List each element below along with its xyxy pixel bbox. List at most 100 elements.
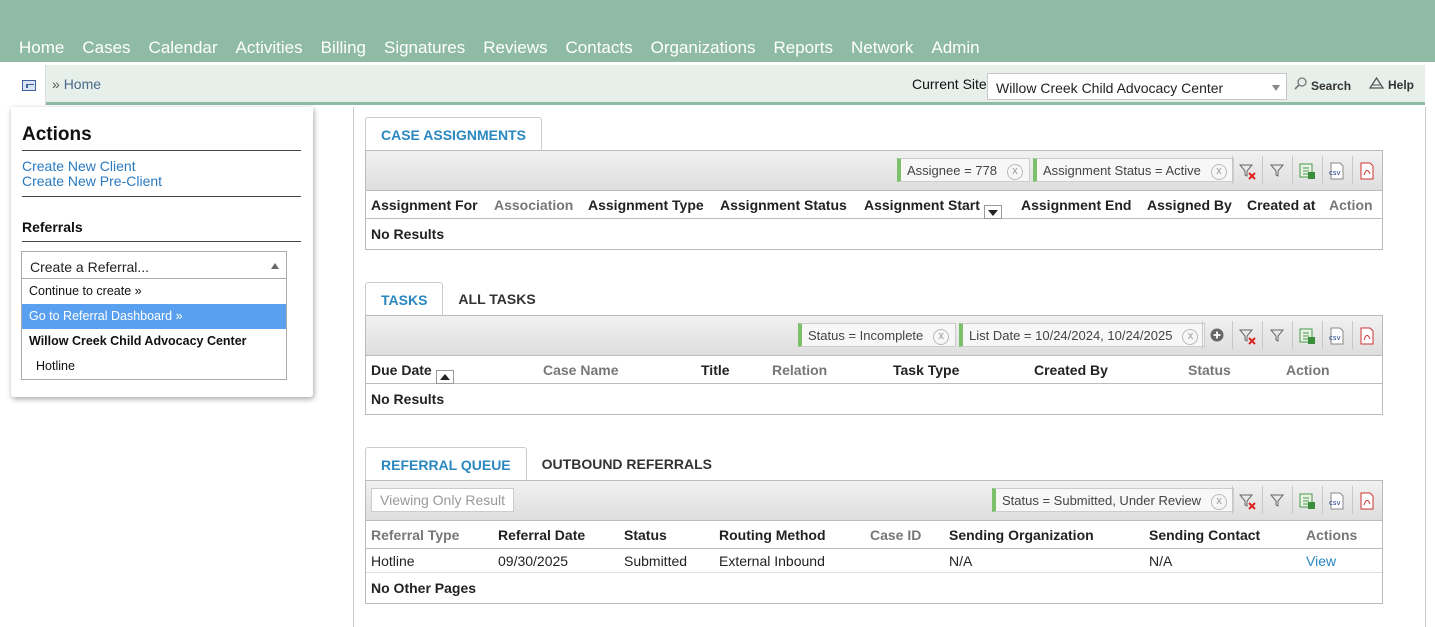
column-header-sorted[interactable]: Assignment Start — [864, 197, 1002, 220]
filter-button[interactable] — [1262, 321, 1290, 349]
cell-routing-method: External Inbound — [719, 553, 825, 569]
grid-toolbar: Status = Incomplete x List Date = 10/24/2… — [366, 316, 1382, 356]
column-header[interactable]: Status — [624, 527, 667, 543]
remove-filter-button[interactable]: x — [1182, 328, 1199, 345]
nav-reports[interactable]: Reports — [765, 37, 843, 59]
search-label: Search — [1311, 79, 1352, 93]
help-icon — [1368, 76, 1385, 92]
clear-filters-button[interactable] — [1232, 321, 1260, 349]
filter-button[interactable] — [1262, 486, 1290, 514]
sort-desc-icon[interactable] — [983, 205, 1002, 220]
table-header: Referral Type Referral Date Status Routi… — [366, 521, 1382, 549]
nav-signatures[interactable]: Signatures — [375, 37, 474, 59]
csv-export-button[interactable]: csv — [1322, 321, 1350, 349]
sidebar-toggle-button[interactable] — [10, 65, 46, 105]
column-header[interactable]: Case Name — [543, 362, 619, 378]
add-task-button[interactable] — [1202, 321, 1230, 349]
sort-asc-icon[interactable] — [435, 370, 454, 385]
case-assignments-grid: Assignee = 778 x Assignment Status = Acti… — [365, 150, 1383, 250]
column-header[interactable]: Referral Date — [498, 527, 585, 543]
csv-icon: csv — [1329, 162, 1343, 180]
column-header: Referral Type — [371, 527, 460, 543]
case-assignments-tabs: CASE ASSIGNMENTS — [365, 117, 542, 151]
column-header[interactable]: Assignment Status — [720, 197, 847, 213]
remove-filter-button[interactable]: x — [1211, 493, 1228, 510]
excel-export-button[interactable] — [1292, 156, 1320, 184]
view-referral-link[interactable]: View — [1306, 553, 1336, 569]
column-header[interactable]: Assignment End — [1021, 197, 1131, 213]
tab-all-tasks[interactable]: ALL TASKS — [443, 282, 550, 316]
excel-icon — [1299, 163, 1315, 179]
column-header[interactable]: Sending Contact — [1149, 527, 1260, 543]
breadcrumb: » Home — [52, 76, 101, 92]
column-header[interactable]: Assigned By — [1147, 197, 1232, 213]
tab-case-assignments[interactable]: CASE ASSIGNMENTS — [365, 117, 542, 151]
tasks-tabs: TASKS ALL TASKS — [365, 282, 551, 316]
nav-billing[interactable]: Billing — [312, 37, 375, 59]
create-new-client-link[interactable]: Create New Client — [22, 159, 136, 174]
nav-admin[interactable]: Admin — [922, 37, 988, 59]
help-link[interactable]: Help — [1368, 76, 1414, 92]
pagination-footer: No Other Pages — [371, 580, 477, 596]
search-link[interactable]: Search — [1294, 77, 1351, 93]
grid-toolbar: Viewing Only Result Status = Submitted, … — [366, 481, 1382, 521]
column-header: Action — [1286, 362, 1330, 378]
tab-referral-queue[interactable]: REFERRAL QUEUE — [365, 447, 527, 481]
column-header[interactable]: Created at — [1247, 197, 1315, 213]
nav-cases[interactable]: Cases — [73, 37, 139, 59]
filter-chip-label: Assignee = 778 — [907, 163, 997, 178]
column-header[interactable]: Sending Organization — [949, 527, 1094, 543]
csv-export-button[interactable]: csv — [1322, 486, 1350, 514]
column-header[interactable]: Created By — [1034, 362, 1108, 378]
remove-filter-button[interactable]: x — [1210, 163, 1227, 180]
column-header-sorted[interactable]: Due Date — [371, 362, 454, 385]
pdf-export-button[interactable] — [1352, 156, 1380, 184]
tasks-grid: Status = Incomplete x List Date = 10/24/2… — [365, 315, 1383, 415]
filter-chip-label: List Date = 10/24/2024, 10/24/2025 — [969, 328, 1173, 343]
current-site-select[interactable]: Willow Creek Child Advocacy Center — [987, 73, 1287, 100]
actions-title: Actions — [22, 124, 92, 145]
filter-chip-assignment-status: Assignment Status = Active x — [1033, 158, 1234, 182]
filter-button[interactable] — [1262, 156, 1290, 184]
tab-outbound-referrals[interactable]: OUTBOUND REFERRALS — [527, 447, 727, 481]
cell-sending-organization: N/A — [949, 553, 973, 569]
column-header[interactable]: Assignment Type — [588, 197, 704, 213]
remove-filter-button[interactable]: x — [933, 328, 950, 345]
column-header[interactable]: Task Type — [893, 362, 959, 378]
pdf-export-button[interactable] — [1352, 486, 1380, 514]
filter-chip-status: Status = Submitted, Under Review x — [992, 488, 1235, 512]
clear-filters-button[interactable] — [1232, 486, 1260, 514]
nav-network[interactable]: Network — [842, 37, 922, 59]
option-continue-to-create[interactable]: Continue to create » — [22, 279, 286, 304]
pdf-export-button[interactable] — [1352, 321, 1380, 349]
nav-contacts[interactable]: Contacts — [557, 37, 642, 59]
clear-filters-button[interactable] — [1232, 156, 1260, 184]
nav-calendar[interactable]: Calendar — [140, 37, 227, 59]
option-go-to-referral-dashboard[interactable]: Go to Referral Dashboard » — [22, 304, 286, 329]
option-hotline[interactable]: Hotline — [22, 354, 286, 379]
breadcrumb-home[interactable]: Home — [64, 76, 101, 92]
pdf-icon — [1360, 327, 1373, 345]
nav-home[interactable]: Home — [10, 37, 73, 59]
column-header[interactable]: Title — [701, 362, 730, 378]
nav-activities[interactable]: Activities — [227, 37, 312, 59]
nav-organizations[interactable]: Organizations — [642, 37, 765, 59]
filter-icon — [1269, 164, 1284, 177]
create-referral-select[interactable]: Create a Referral... — [21, 251, 287, 279]
filter-chip-label: Status = Incomplete — [808, 328, 924, 343]
excel-export-button[interactable] — [1292, 321, 1320, 349]
nav-reviews[interactable]: Reviews — [474, 37, 556, 59]
tab-tasks[interactable]: TASKS — [365, 282, 444, 316]
referral-queue-grid: Viewing Only Result Status = Submitted, … — [365, 480, 1383, 604]
column-header[interactable]: Status — [1188, 362, 1231, 378]
column-header[interactable]: Case ID — [870, 527, 921, 543]
excel-export-button[interactable] — [1292, 486, 1320, 514]
create-new-pre-client-link[interactable]: Create New Pre-Client — [22, 174, 162, 189]
table-header: Assignment For Association Assignment Ty… — [366, 191, 1382, 220]
remove-filter-button[interactable]: x — [1006, 163, 1023, 180]
collapse-panel-icon — [22, 80, 36, 91]
csv-export-button[interactable]: csv — [1322, 156, 1350, 184]
column-header[interactable]: Assignment For — [371, 197, 478, 213]
column-header: Action — [1329, 197, 1373, 213]
column-header[interactable]: Routing Method — [719, 527, 826, 543]
